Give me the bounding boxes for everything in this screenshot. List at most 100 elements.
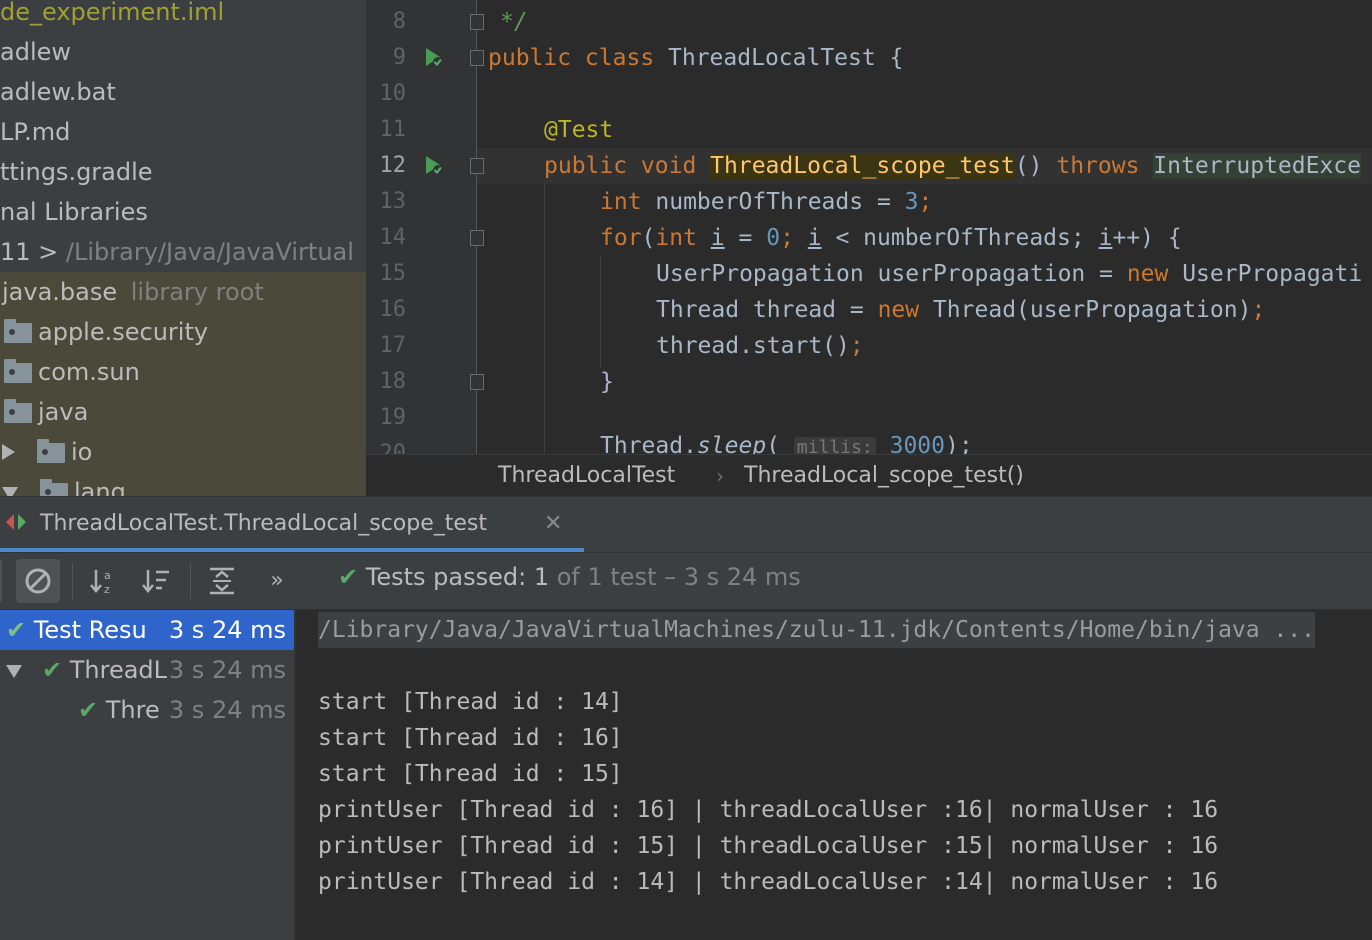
tree-item-gradlew[interactable]: adlew [0,32,71,72]
line-number: 11 [379,117,407,142]
svg-text:a: a [104,569,111,582]
tree-item-label: com.sun [38,358,140,386]
tree-item-apple-security[interactable]: apple.security [4,312,208,352]
status-count: 1 [533,563,550,591]
collapse-arrow-icon[interactable] [2,487,18,496]
code-line-8: */ [500,4,528,40]
package-folder-icon [40,479,68,496]
code-token: ; [780,225,808,251]
expand-all-button[interactable] [204,559,240,603]
code-token: ThreadLocal_scope_test [710,153,1015,179]
line-number: 20 [379,441,407,454]
line-number: 10 [379,81,407,106]
status-suffix: of 1 test – 3 s 24 ms [549,563,801,591]
line-number: 14 [379,225,407,250]
test-tree-root[interactable]: ✔ Test Resu 3 s 24 ms [0,610,294,650]
console-line: printUser [Thread id : 14] | threadLocal… [318,869,1219,895]
code-token: int [600,189,656,215]
package-folder-icon [4,399,32,423]
code-token: } [600,369,614,395]
tree-item-lang[interactable]: lang [2,472,126,496]
code-line-20: Thread.sleep( millis: 3000); [600,428,973,454]
sort-by-duration-button[interactable] [138,559,174,603]
indent-guide [544,184,545,454]
fold-marker-icon[interactable] [470,374,484,390]
package-folder-icon [4,319,32,343]
tree-item-java[interactable]: java [4,392,88,432]
toolbar-button-partial[interactable] [0,559,2,603]
tree-item-label: java [38,398,89,426]
tree-item-label: adlew.bat [0,78,116,106]
tree-item-java-base[interactable]: java.base library root [0,272,264,312]
expand-arrow-icon[interactable] [2,444,15,460]
console-command-line[interactable]: /Library/Java/JavaVirtualMachines/zulu-1… [318,612,1315,648]
indent-guide [600,256,601,368]
toolbar-separator [190,563,191,599]
tree-item-io[interactable]: io [2,432,92,472]
code-token: = [724,225,767,251]
breadcrumb: ThreadLocalTest › ThreadLocal_scope_test… [366,454,1372,497]
tree-item-iml[interactable]: de_experiment.iml [0,0,224,32]
parameter-hint: millis: [793,437,876,454]
run-tab[interactable]: ThreadLocalTest.ThreadLocal_scope_test ✕ [0,497,584,553]
tree-item-label: java.base [2,278,118,306]
code-token: ; [849,333,864,359]
code-token: */ [500,9,528,35]
test-duration: 3 s 24 ms [168,656,286,684]
code-line-12: public void ThreadLocal_scope_test() thr… [544,148,1362,184]
tree-item-jdk[interactable]: 11 > /Library/Java/JavaVirtual [0,232,354,272]
breadcrumb-method[interactable]: ThreadLocal_scope_test() [744,455,1024,497]
code-line-14: for(int i = 0; i < numberOfThreads; i++)… [600,220,1182,256]
test-tree-method[interactable]: ✔ Thre 3 s 24 ms [0,690,294,730]
tree-item-com-sun[interactable]: com.sun [4,352,140,392]
passed-check-icon: ✔ [78,696,99,724]
code-token: i [710,225,725,251]
code-editor[interactable]: 8 9 10 11 12 13 14 15 16 17 18 19 20 */ … [366,0,1372,454]
code-line-11: @Test [544,112,613,148]
tree-item-help-md[interactable]: LP.md [0,112,70,152]
tree-item-settings-gradle[interactable]: ttings.gradle [0,152,153,192]
fold-marker-icon[interactable] [470,14,484,30]
test-results-tree: ✔ Test Resu 3 s 24 ms ✔ ThreadL 3 s 24 m… [0,610,296,940]
test-name: Test Resu [33,616,147,644]
package-folder-icon [37,439,65,463]
console-output[interactable]: /Library/Java/JavaVirtualMachines/zulu-1… [296,610,1372,940]
close-icon[interactable]: ✕ [544,511,562,536]
code-token: sleep [696,433,767,454]
console-line: printUser [Thread id : 15] | threadLocal… [318,833,1219,859]
code-token: () [1014,153,1057,179]
line-number: 18 [379,369,407,394]
collapse-arrow-icon[interactable] [6,650,32,690]
test-duration: 3 s 24 ms [168,616,286,644]
sort-duration-icon [142,570,169,593]
code-token: ; [918,189,933,215]
test-tree-class[interactable]: ✔ ThreadL 3 s 24 ms [0,650,294,690]
tree-item-label: io [71,438,93,466]
run-test-icon[interactable] [422,154,444,176]
breadcrumb-class[interactable]: ThreadLocalTest [498,455,675,497]
code-token: @Test [544,117,614,143]
project-tree-panel: de_experiment.iml adlew adlew.bat LP.md … [0,0,366,496]
code-token: int [655,225,711,251]
fold-marker-icon[interactable] [470,230,484,246]
tree-item-external-libraries[interactable]: nal Libraries [0,192,148,232]
code-line-15: UserPropagation userPropagation = new Us… [656,256,1362,292]
code-token: UserPropagation userPropagation = [656,261,1127,287]
sort-alpha-icon: az [90,569,111,596]
breadcrumb-separator: › [716,464,724,488]
console-line: start [Thread id : 14] [318,689,623,715]
line-number: 13 [379,189,407,214]
passed-check-icon: ✔ [338,563,359,591]
show-passed-toggle[interactable] [16,559,60,603]
toolbar-separator [72,563,73,599]
fold-marker-icon[interactable] [470,50,484,66]
code-token: ++) { [1112,225,1182,251]
code-line-13: int numberOfThreads = 3; [600,184,932,220]
run-test-icon[interactable] [422,46,444,68]
code-line-18: } [600,364,614,400]
fold-marker-icon[interactable] [470,158,484,174]
more-chevron-icon[interactable]: » [262,559,292,603]
code-token: Thread thread = [656,297,878,323]
sort-alphabetically-button[interactable]: az [86,559,122,603]
tree-item-gradlew-bat[interactable]: adlew.bat [0,72,116,112]
